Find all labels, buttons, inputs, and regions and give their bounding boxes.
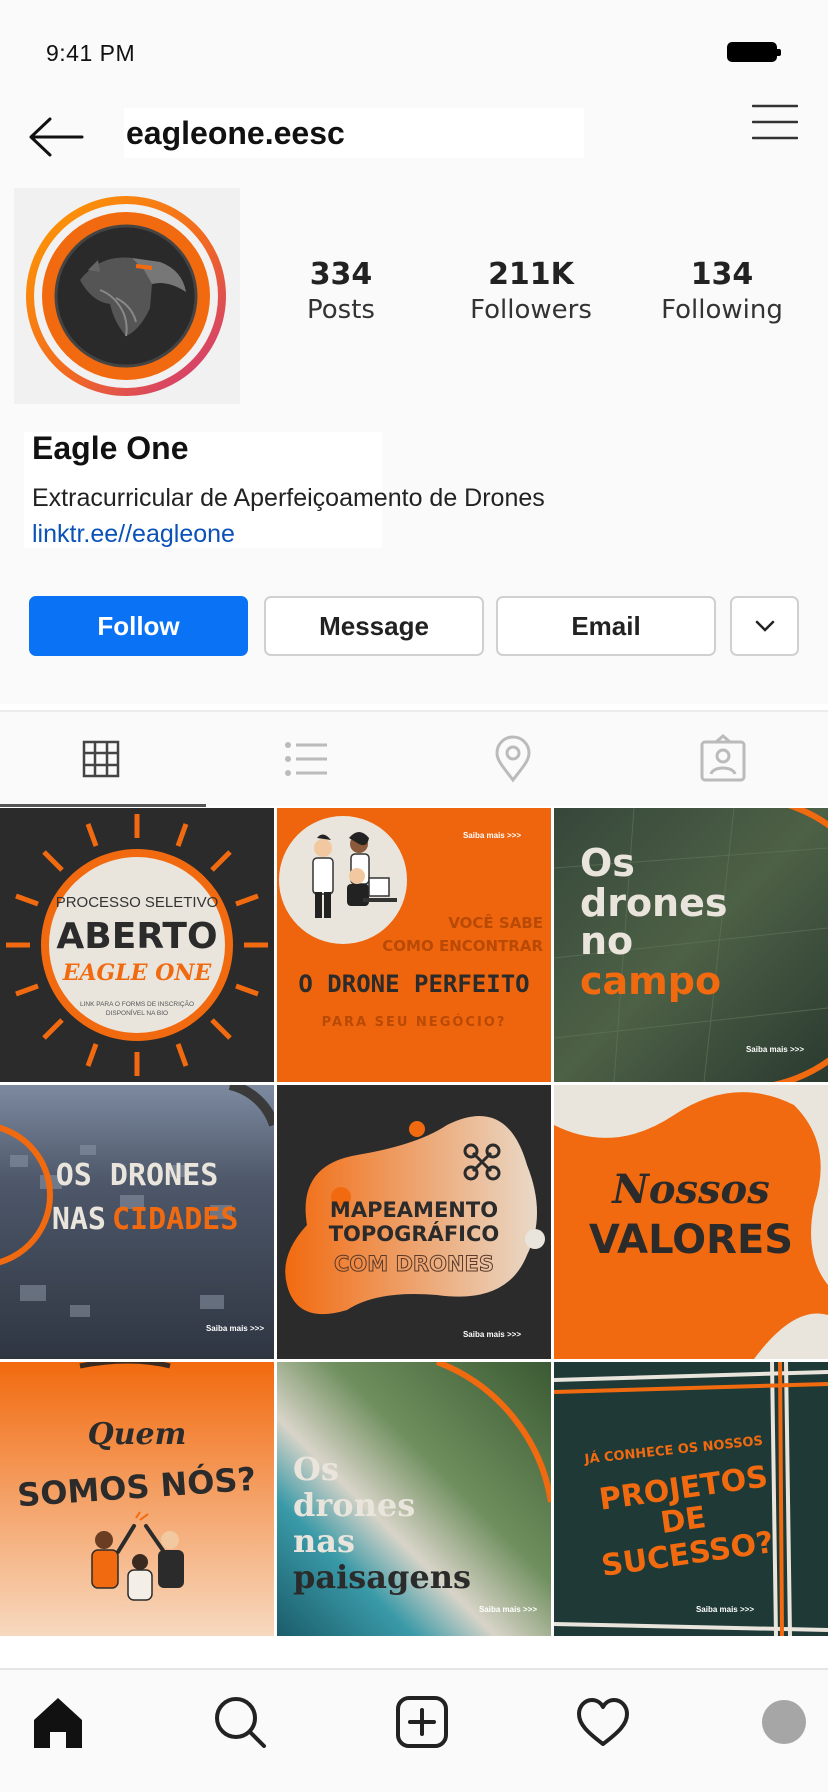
post-5-saiba: Saiba mais >>> [463, 1330, 521, 1339]
post-5-line-1: MAPEAMENTO [330, 1198, 498, 1222]
stat-followers[interactable]: 211K Followers [456, 258, 606, 328]
stat-following[interactable]: 134 Following [644, 258, 800, 328]
post-3-saiba: Saiba mais >>> [746, 1045, 804, 1054]
tab-tagged-icon[interactable] [698, 734, 748, 784]
search-icon[interactable] [210, 1692, 270, 1752]
post-tile[interactable]: Os drones nas paisagens Saiba mais >>> [277, 1362, 551, 1636]
new-post-icon[interactable] [392, 1692, 452, 1752]
tab-grid-icon[interactable] [76, 734, 126, 784]
post-8-line-3: nas [293, 1522, 355, 1560]
post-2-line-4: PARA SEU NEGÓCIO? [322, 1014, 507, 1030]
post-7-line-1: Quem [88, 1417, 187, 1452]
post-5-line-2: TOPOGRÁFICO [329, 1221, 500, 1246]
post-tile[interactable]: OS DRONES NAS CIDADES Saiba mais >>> [0, 1085, 274, 1359]
post-3-line-3: no [580, 919, 633, 963]
status-bar: 9:41 PM [0, 0, 828, 100]
post-tile[interactable]: MAPEAMENTO TOPOGRÁFICO COM DRONES Saiba … [277, 1085, 551, 1359]
heart-icon[interactable] [573, 1692, 633, 1752]
post-tile[interactable]: Nossos VALORES [554, 1085, 828, 1359]
post-8-line-1: Os [293, 1450, 339, 1488]
stat-posts[interactable]: 334 Posts [276, 258, 406, 328]
profile-link[interactable]: linktr.ee//eagleone [32, 520, 235, 549]
eagle-one-logo [42, 212, 210, 380]
posts-count: 334 [309, 257, 373, 292]
tab-location-icon[interactable] [488, 734, 538, 784]
profile-avatar-icon[interactable] [754, 1692, 814, 1752]
post-1-line-3: EAGLE ONE [62, 960, 213, 986]
post-3-line-1: Os [580, 841, 635, 885]
hamburger-menu-icon[interactable] [752, 102, 798, 142]
back-arrow-icon[interactable] [26, 112, 86, 162]
post-5-line-3: COM DRONES [334, 1252, 494, 1276]
post-8-line-2: drones [293, 1486, 415, 1524]
post-tile[interactable]: JÁ CONHECE OS NOSSOS PROJETOS DE SUCESSO… [554, 1362, 828, 1636]
post-1-line-1: PROCESSO SELETIVO [56, 894, 219, 911]
post-tile[interactable]: Quem SOMOS NÓS? [0, 1362, 274, 1636]
post-9-saiba: Saiba mais >>> [696, 1605, 754, 1614]
posts-grid: PROCESSO SELETIVO ABERTO EAGLE ONE LINK … [0, 808, 828, 1638]
profile-tabs [0, 710, 828, 807]
post-8-saiba: Saiba mais >>> [479, 1605, 537, 1614]
followers-count: 211K [488, 257, 574, 292]
profile-header: 334 Posts 211K Followers 134 Following E… [0, 184, 828, 704]
post-1-line-2: ABERTO [56, 916, 217, 957]
profile-name: Eagle One [32, 430, 189, 466]
following-count: 134 [690, 257, 754, 292]
following-label: Following [661, 295, 783, 325]
post-6-line-1: Nossos [610, 1166, 769, 1213]
post-1-line-5: DISPONÍVEL NA BIO [106, 1008, 168, 1017]
post-tile[interactable]: Saiba mais >>> VOCÊ SABE COMO ENCONTRAR … [277, 808, 551, 1082]
post-2-saiba: Saiba mais >>> [463, 831, 521, 840]
post-4-line-1: OS DRONES [56, 1158, 219, 1193]
follow-button[interactable]: Follow [29, 596, 248, 656]
posts-label: Posts [307, 295, 375, 325]
avatar[interactable] [14, 188, 240, 404]
post-2-line-1: VOCÊ SABE [448, 913, 543, 932]
followers-label: Followers [470, 295, 592, 325]
post-6-line-2: VALORES [589, 1217, 793, 1263]
status-time: 9:41 PM [46, 40, 136, 66]
home-icon[interactable] [28, 1692, 88, 1752]
post-4-line-3: CIDADES [112, 1202, 238, 1237]
post-tile[interactable]: Os drones no campo Saiba mais >>> [554, 808, 828, 1082]
post-tile[interactable]: PROCESSO SELETIVO ABERTO EAGLE ONE LINK … [0, 808, 274, 1082]
post-1-line-4: LINK PARA O FORMS DE INSCRIÇÃO [80, 999, 194, 1008]
tab-list-icon[interactable] [281, 734, 331, 784]
active-tab-indicator [0, 804, 206, 807]
chevron-down-icon [755, 620, 774, 632]
post-2-line-2: COMO ENCONTRAR [382, 937, 543, 955]
email-button[interactable]: Email [496, 596, 716, 656]
post-4-line-2: NAS [52, 1202, 106, 1237]
battery-icon [727, 42, 781, 62]
top-nav: eagleone.eesc [0, 100, 828, 184]
more-options-button[interactable] [730, 596, 799, 656]
post-2-line-3: O DRONE PERFEITO [298, 970, 529, 998]
page-title-username: eagleone.eesc [124, 108, 584, 158]
post-3-line-4: campo [580, 959, 721, 1003]
message-button[interactable]: Message [264, 596, 484, 656]
post-8-line-4: paisagens [293, 1558, 471, 1596]
profile-bio: Extracurricular de Aperfeiçoamento de Dr… [32, 484, 545, 512]
bottom-nav [0, 1668, 828, 1792]
post-4-saiba: Saiba mais >>> [206, 1324, 264, 1333]
